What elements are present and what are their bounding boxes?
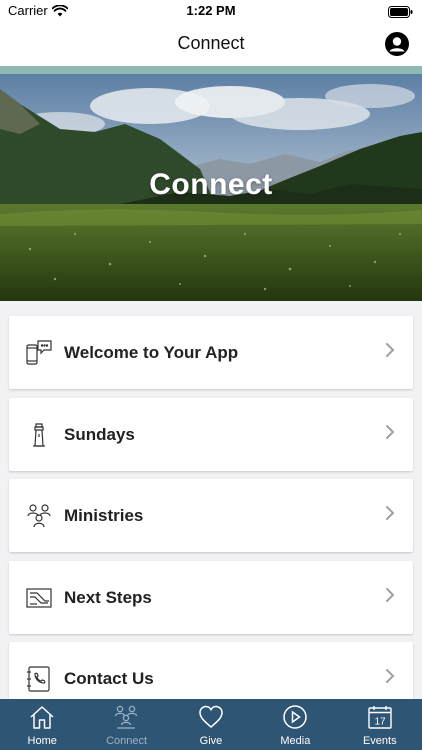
tab-media-label: Media — [280, 735, 311, 747]
tab-home[interactable]: Home — [0, 699, 84, 750]
play-icon — [282, 704, 308, 730]
ministries-label: Ministries — [64, 506, 144, 525]
connect-icon — [113, 704, 139, 730]
clock-time: 1:22 PM — [186, 3, 236, 18]
sundays-label: Sundays — [64, 424, 135, 444]
ministries-card[interactable]: Ministries — [9, 479, 413, 552]
tab-give[interactable]: Give — [169, 699, 253, 750]
chevron-right-icon — [385, 424, 395, 440]
chevron-right-icon — [385, 668, 395, 684]
people-group-icon — [25, 502, 53, 530]
lighthouse-icon — [25, 421, 53, 449]
tab-media[interactable]: Media — [253, 699, 337, 750]
contact-us-label: Contact Us — [64, 669, 154, 688]
sundays-card[interactable]: Sundays — [9, 397, 413, 471]
chevron-right-icon — [385, 505, 395, 521]
calendar-icon: 17 — [367, 704, 393, 730]
tab-bar: Home Connect Give Media 17 Events — [0, 699, 422, 750]
hero-title: Connect — [149, 168, 273, 201]
address-book-icon — [25, 665, 53, 693]
home-icon — [29, 704, 55, 730]
chevron-right-icon — [385, 342, 395, 358]
welcome-card[interactable]: Welcome to Your App — [9, 316, 413, 389]
hero-banner: Connect — [0, 74, 422, 301]
next-steps-label: Next Steps — [64, 587, 152, 607]
welcome-label: Welcome to Your App — [64, 343, 239, 362]
navigation-bar: Connect — [0, 22, 422, 66]
battery-icon — [388, 5, 413, 23]
status-bar: Carrier 1:22 PM — [0, 0, 422, 22]
page-title: Connect — [177, 33, 245, 53]
heart-icon — [198, 704, 224, 730]
tab-give-label: Give — [199, 735, 223, 747]
next-steps-card[interactable]: Next Steps — [9, 560, 413, 634]
tab-events-label: Events — [362, 735, 397, 747]
tab-connect[interactable]: Connect — [84, 699, 168, 750]
steps-icon — [25, 584, 53, 612]
chevron-right-icon — [385, 587, 395, 603]
tab-events[interactable]: 17 Events — [338, 699, 422, 750]
tab-connect-label: Connect — [106, 735, 148, 747]
calendar-day-number: 17 — [374, 717, 386, 728]
connect-menu-list: Welcome to Your App Sundays Ministries N… — [9, 316, 413, 724]
chat-phone-icon — [25, 339, 53, 367]
profile-icon[interactable] — [385, 32, 409, 56]
accent-strip — [0, 66, 422, 74]
tab-home-label: Home — [27, 735, 57, 747]
